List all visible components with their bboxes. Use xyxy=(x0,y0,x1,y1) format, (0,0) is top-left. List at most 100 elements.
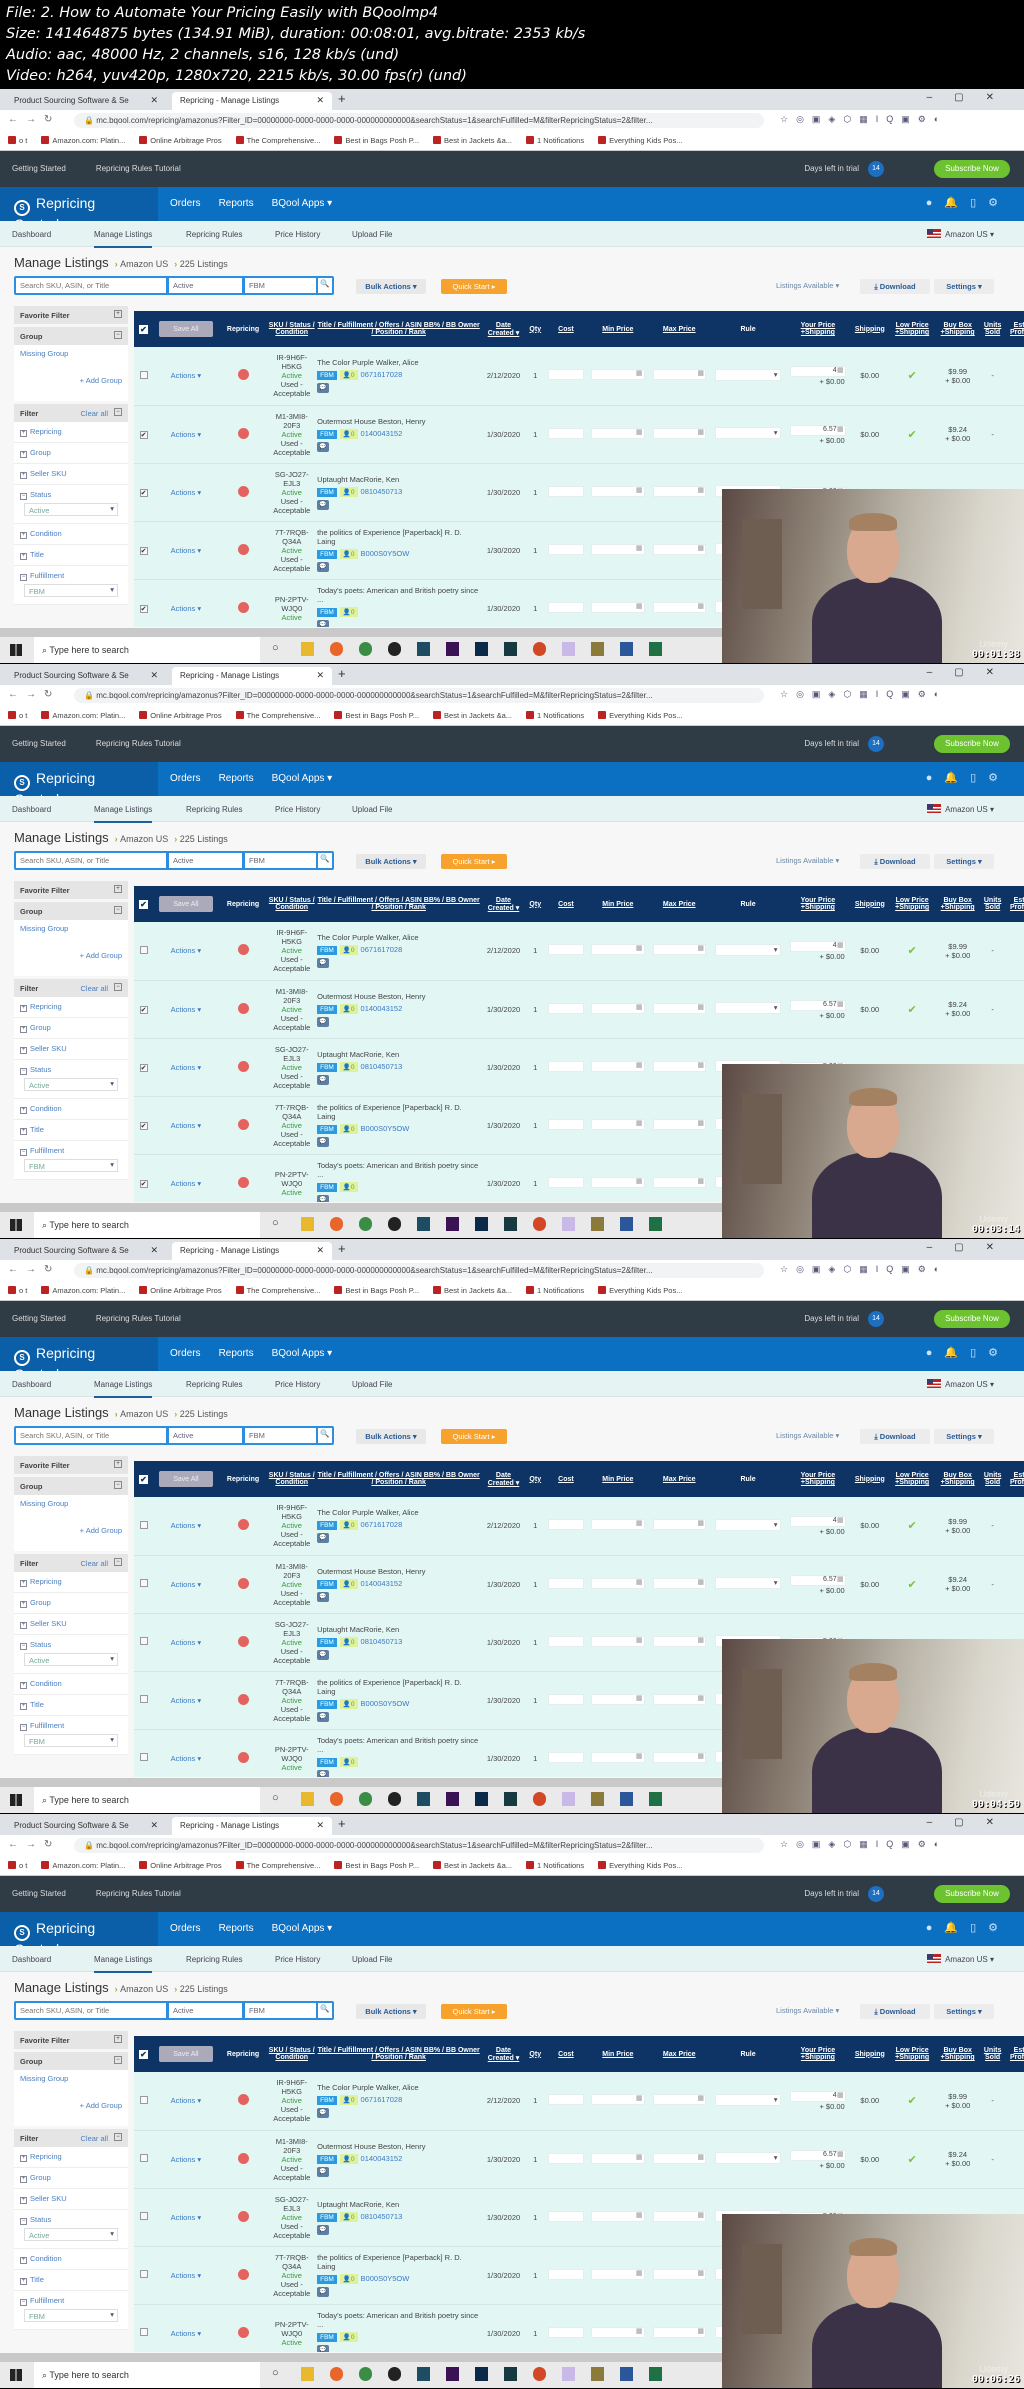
actions-dropdown[interactable]: Actions ▾ xyxy=(171,1179,201,1188)
repricing-status-icon[interactable] xyxy=(237,2326,249,2338)
row-checkbox[interactable] xyxy=(139,1063,148,1072)
browser-tab-active[interactable]: Repricing - Manage Listings ✕ xyxy=(172,1817,332,1835)
clear-all-link[interactable]: Clear all xyxy=(80,1559,108,1568)
max-price-input[interactable] xyxy=(652,944,706,956)
tab-manage-listings[interactable]: Manage Listings xyxy=(94,1955,153,1973)
max-price-input[interactable] xyxy=(652,1519,706,1531)
col-date[interactable]: Date Created ▾ xyxy=(481,1461,526,1497)
filter-fulfillment[interactable]: − Fulfillment FBM xyxy=(14,2291,128,2330)
firefox-icon[interactable] xyxy=(330,1217,343,1231)
col-units-sold[interactable]: Units Sold xyxy=(980,2036,1005,2072)
save-all-button[interactable]: Save All xyxy=(158,1471,213,1487)
asin-link[interactable]: 0140043152 xyxy=(361,429,403,438)
windows-start-icon[interactable] xyxy=(10,644,22,656)
close-tab-icon[interactable]: ✕ xyxy=(150,95,158,106)
col-your-price[interactable]: Your Price +Shipping xyxy=(786,886,850,922)
row-checkbox[interactable] xyxy=(139,2095,148,2104)
filter-status[interactable]: − Status Active xyxy=(14,485,128,524)
row-checkbox[interactable] xyxy=(139,1579,148,1587)
nav-buttons[interactable]: ←→↻ xyxy=(8,114,60,125)
col-buy-box[interactable]: Buy Box +Shipping xyxy=(934,311,981,347)
missing-group-link[interactable]: Missing Group xyxy=(14,345,128,362)
nav-apps[interactable]: BQool Apps ▾ xyxy=(272,1348,333,1359)
col-cost[interactable]: Cost xyxy=(544,2036,588,2072)
tab-manage-listings[interactable]: Manage Listings xyxy=(94,805,153,823)
rule-select[interactable] xyxy=(714,1577,782,1589)
col-est-profit[interactable]: Est Profit xyxy=(1004,2036,1024,2072)
tutorial-link[interactable]: Repricing Rules Tutorial xyxy=(96,164,181,173)
comment-icon[interactable]: 💬 xyxy=(317,2287,330,2297)
browser-tab[interactable]: Product Sourcing Software & Se ✕ xyxy=(6,667,166,685)
repricing-status-icon[interactable] xyxy=(237,369,249,381)
nav-buttons[interactable]: ←→↻ xyxy=(8,689,60,700)
nav-orders[interactable]: Orders xyxy=(170,773,201,784)
filter-title[interactable]: + Title xyxy=(14,545,128,566)
file-explorer-icon[interactable] xyxy=(301,1792,314,1806)
col-qty[interactable]: Qty xyxy=(525,2036,545,2072)
your-price-input[interactable]: 4 xyxy=(790,941,846,953)
obs-icon[interactable] xyxy=(388,1792,401,1806)
search-icon[interactable]: 🔍 xyxy=(318,278,332,293)
max-price-input[interactable] xyxy=(652,2094,706,2106)
asin-link[interactable]: 0671617028 xyxy=(361,1520,403,1529)
col-cost[interactable]: Cost xyxy=(544,886,588,922)
filter-condition[interactable]: + Condition xyxy=(14,1099,128,1120)
word-icon[interactable] xyxy=(620,642,633,656)
nav-reports[interactable]: Reports xyxy=(219,1923,254,1934)
max-price-input[interactable] xyxy=(652,1002,706,1014)
bookmark[interactable]: Everything Kids Pos... xyxy=(598,1861,682,1870)
repricing-status-icon[interactable] xyxy=(237,1751,249,1763)
taskbar-apps[interactable]: ○ xyxy=(272,1792,678,1806)
collapse-icon[interactable]: − xyxy=(114,983,122,991)
bookmark[interactable]: Amazon.com: Platin... xyxy=(41,1286,125,1295)
bookmark[interactable]: Best in Bags Posh P... xyxy=(334,1861,419,1870)
cost-input[interactable] xyxy=(547,2210,585,2222)
actions-dropdown[interactable]: Actions ▾ xyxy=(171,946,201,955)
subscribe-button[interactable]: Subscribe Now xyxy=(934,160,1010,178)
favorite-filter-header[interactable]: Favorite Filter + xyxy=(14,306,128,324)
header-icons[interactable]: ●🔔▯⚙ xyxy=(926,771,1010,784)
app-icon[interactable] xyxy=(562,1792,575,1806)
repricing-status-icon[interactable] xyxy=(237,543,249,555)
app-icon[interactable] xyxy=(591,642,604,656)
settings-button[interactable]: Settings ▾ xyxy=(934,2004,994,2019)
your-price-input[interactable]: 4 xyxy=(790,366,846,378)
quick-start-button[interactable]: Quick Start ▸ xyxy=(441,2004,507,2019)
repricing-status-icon[interactable] xyxy=(237,485,249,497)
collapse-icon[interactable]: − xyxy=(114,408,122,416)
browser-tab[interactable]: Product Sourcing Software & Se ✕ xyxy=(6,1817,166,1835)
premiere-icon[interactable] xyxy=(446,642,459,656)
close-tab-icon[interactable]: ✕ xyxy=(150,1820,158,1831)
status-select[interactable]: Active xyxy=(169,853,242,868)
max-price-input[interactable] xyxy=(652,1176,706,1188)
max-price-input[interactable] xyxy=(652,1577,706,1589)
col-title[interactable]: Title / Fulfillment / Offers / ASIN BB% … xyxy=(316,311,482,347)
cost-input[interactable] xyxy=(547,2094,585,2106)
excel-icon[interactable] xyxy=(649,1792,662,1806)
fulfillment-select[interactable]: FBM xyxy=(245,1428,316,1443)
nav-buttons[interactable]: ←→↻ xyxy=(8,1839,60,1850)
windows-start-icon[interactable] xyxy=(10,1794,22,1806)
bookmark[interactable]: Best in Jackets &a... xyxy=(433,1286,512,1295)
tutorial-link[interactable]: Repricing Rules Tutorial xyxy=(96,739,181,748)
repricing-status-icon[interactable] xyxy=(237,1176,249,1188)
row-checkbox[interactable] xyxy=(139,2154,148,2162)
nav-reports[interactable]: Reports xyxy=(219,1348,254,1359)
word-icon[interactable] xyxy=(620,1217,633,1231)
col-qty[interactable]: Qty xyxy=(525,311,545,347)
subscribe-button[interactable]: Subscribe Now xyxy=(934,1885,1010,1903)
repricing-status-icon[interactable] xyxy=(237,2094,249,2106)
chrome-icon[interactable] xyxy=(359,642,372,656)
expand-icon[interactable]: + xyxy=(114,2035,122,2043)
status-filter-select[interactable]: Active xyxy=(24,503,118,516)
asin-link[interactable]: 0671617028 xyxy=(361,370,403,379)
marketplace-selector[interactable]: Amazon US ▾ xyxy=(927,1954,994,1964)
collapse-icon[interactable]: − xyxy=(114,2056,122,2064)
col-date[interactable]: Date Created ▾ xyxy=(481,311,526,347)
lightroom-icon[interactable] xyxy=(504,2367,517,2381)
powerpoint-icon[interactable] xyxy=(533,1792,546,1806)
col-est-profit[interactable]: Est Profit xyxy=(1004,1461,1024,1497)
window-controls[interactable]: –▢✕ xyxy=(927,92,1016,103)
row-checkbox[interactable] xyxy=(139,1637,148,1645)
chrome-icon[interactable] xyxy=(359,2367,372,2381)
